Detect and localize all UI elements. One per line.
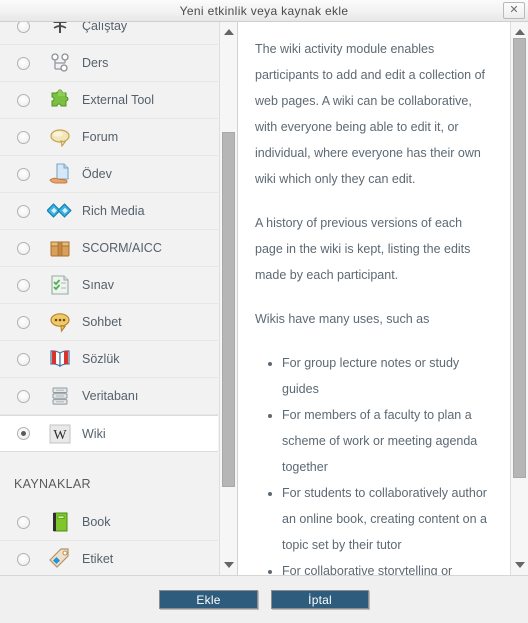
list-item[interactable]: External Tool [0, 82, 218, 119]
description-bullet-list: For group lecture notes or study guides … [255, 350, 489, 575]
cancel-button[interactable]: İptal [271, 590, 369, 609]
puzzle-icon [47, 87, 73, 113]
wiki-w-icon: W [47, 421, 73, 447]
list-item-label: Forum [82, 130, 119, 144]
scroll-down-arrow-icon[interactable] [220, 557, 237, 573]
list-item-label: SCORM/AICC [82, 241, 162, 255]
list-item-wiki[interactable]: W Wiki [0, 415, 218, 452]
activity-list-panel: Çalıştay Ders External Tool Forum Ödev R… [0, 22, 238, 575]
list-item[interactable]: Rich Media [0, 193, 218, 230]
dialog-footer: Ekle İptal [0, 576, 528, 623]
radio-button-selected[interactable] [17, 427, 30, 440]
description-paragraph: A history of previous versions of each p… [255, 216, 471, 282]
list-item[interactable]: Sohbet [0, 304, 218, 341]
list-item-label: Sınav [82, 278, 114, 292]
radio-button[interactable] [17, 56, 30, 70]
list-item-label: Book [82, 515, 111, 529]
section-gap [0, 452, 218, 464]
dialog-title: Yeni etkinlik veya kaynak ekle [179, 3, 349, 18]
scrollbar-thumb[interactable] [222, 132, 235, 487]
list-item: For students to collaboratively author a… [282, 480, 489, 558]
radio-button[interactable] [17, 389, 30, 403]
list-item[interactable]: Ödev [0, 156, 218, 193]
list-item[interactable]: Sözlük [0, 341, 218, 378]
list-item: For collaborative storytelling or poetry… [282, 558, 489, 575]
radio-button[interactable] [17, 241, 30, 255]
list-item: For group lecture notes or study guides [282, 350, 489, 402]
radio-button[interactable] [17, 130, 30, 144]
forum-bubble-icon [47, 124, 73, 150]
chat-bubble-icon [47, 309, 73, 335]
list-item-label: Ders [82, 56, 109, 70]
activity-list-scrollbar[interactable] [219, 22, 237, 575]
list-item[interactable]: Veritabanı [0, 378, 218, 415]
group-header-resources: KAYNAKLAR [0, 464, 218, 504]
list-item-label: Rich Media [82, 204, 145, 218]
assignment-hand-icon [47, 161, 73, 187]
book-green-icon [47, 509, 73, 535]
add-button[interactable]: Ekle [159, 590, 258, 609]
list-item[interactable]: Ders [0, 45, 218, 82]
list-item[interactable]: Çalıştay [0, 22, 218, 45]
label-tag-icon [47, 546, 73, 572]
list-item[interactable]: Forum [0, 119, 218, 156]
scrollbar-thumb[interactable] [513, 38, 526, 478]
scroll-down-arrow-icon[interactable] [511, 557, 528, 573]
description-paragraph: Wikis have many uses, such as [255, 312, 430, 326]
list-item-label: Ödev [82, 167, 112, 181]
description-text: The wiki activity module enables partici… [238, 22, 509, 575]
radio-button[interactable] [17, 22, 30, 33]
activity-list-viewport: Çalıştay Ders External Tool Forum Ödev R… [0, 22, 218, 575]
list-item-label: Sözlük [82, 352, 120, 366]
radio-button[interactable] [17, 278, 30, 292]
dialog-titlebar: Yeni etkinlik veya kaynak ekle ✕ [0, 0, 528, 22]
scroll-up-arrow-icon[interactable] [220, 24, 237, 40]
list-item: For members of a faculty to plan a schem… [282, 402, 489, 480]
scorm-box-icon [47, 235, 73, 261]
radio-button[interactable] [17, 552, 30, 566]
activity-list: Çalıştay Ders External Tool Forum Ödev R… [0, 22, 218, 575]
database-icon [47, 383, 73, 409]
description-scrollbar[interactable] [510, 22, 528, 575]
close-button[interactable]: ✕ [503, 2, 525, 19]
glossary-book-icon [47, 346, 73, 372]
list-item-label: External Tool [82, 93, 155, 107]
add-activity-dialog: Yeni etkinlik veya kaynak ekle ✕ Çalışta… [0, 0, 528, 623]
rich-media-icon [47, 198, 73, 224]
list-item[interactable]: Etiket [0, 541, 218, 575]
list-item[interactable]: Book [0, 504, 218, 541]
list-item-label: Sohbet [82, 315, 122, 329]
radio-button[interactable] [17, 204, 30, 218]
svg-text:W: W [53, 428, 67, 443]
workshop-icon [47, 22, 73, 39]
list-item-label: Veritabanı [82, 389, 139, 403]
description-paragraph: The wiki activity module enables partici… [255, 42, 486, 186]
list-item[interactable]: SCORM/AICC [0, 230, 218, 267]
list-item-label: Wiki [82, 426, 106, 441]
lesson-icon [47, 50, 73, 76]
quiz-checklist-icon [47, 272, 73, 298]
close-icon: ✕ [509, 4, 519, 16]
description-panel: The wiki activity module enables partici… [238, 22, 528, 575]
radio-button[interactable] [17, 352, 30, 366]
list-item-label: Çalıştay [82, 22, 128, 33]
dialog-body: Çalıştay Ders External Tool Forum Ödev R… [0, 22, 528, 576]
radio-button[interactable] [17, 93, 30, 107]
radio-button[interactable] [17, 167, 30, 181]
list-item[interactable]: Sınav [0, 267, 218, 304]
radio-button[interactable] [17, 515, 30, 529]
radio-button[interactable] [17, 315, 30, 329]
list-item-label: Etiket [82, 552, 114, 566]
